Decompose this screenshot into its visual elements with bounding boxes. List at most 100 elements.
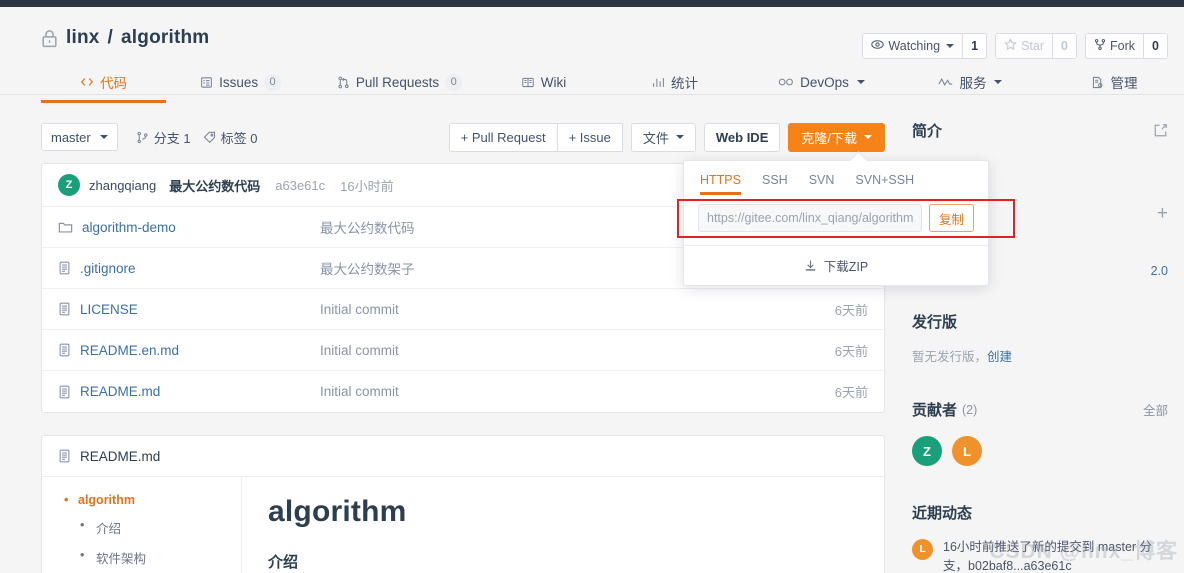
download-icon — [804, 259, 817, 272]
clone-tab-svn-ssh[interactable]: SVN+SSH — [855, 173, 914, 195]
avatar[interactable]: Z — [912, 436, 942, 466]
file-name: README.en.md — [80, 342, 180, 358]
file-name-cell[interactable]: LICENSE — [58, 302, 320, 317]
branches-link[interactable]: 分支 1 — [136, 128, 191, 147]
avatar[interactable]: Z — [58, 174, 80, 196]
avatar[interactable]: L — [952, 436, 982, 466]
releases-empty-text: 暂无发行版， — [912, 350, 988, 364]
fork-button-group[interactable]: Fork 0 — [1085, 33, 1168, 59]
file-name-cell[interactable]: README.md — [58, 384, 320, 399]
clone-download-label: 克隆/下载 — [801, 130, 857, 146]
readme-heading-1: algorithm — [268, 495, 407, 528]
repo-toolbar: master 分支 1 标签 0 + Pull Request + Issue … — [41, 120, 885, 154]
star-label: Star — [1021, 39, 1044, 53]
file-icon — [58, 261, 71, 275]
download-zip-button[interactable]: 下载ZIP — [684, 245, 988, 285]
watch-button-group[interactable]: Watching 1 — [862, 33, 988, 59]
table-row[interactable]: README.md Initial commit 6天前 — [42, 371, 884, 412]
chevron-down-icon — [864, 135, 872, 139]
readme-title: README.md — [80, 448, 161, 464]
toc-item[interactable]: 软件架构 — [78, 548, 241, 567]
new-issue-button[interactable]: + Issue — [556, 122, 623, 152]
tab-issues[interactable]: Issues 0 — [166, 69, 315, 102]
clone-tab-svn[interactable]: SVN — [809, 173, 835, 195]
web-ide-button[interactable]: Web IDE — [703, 122, 781, 152]
fork-button[interactable]: Fork — [1086, 34, 1143, 58]
contributors-title: 贡献者 — [912, 402, 958, 419]
watch-label: Watching — [888, 39, 941, 53]
commit-message[interactable]: 最大公约数代码 — [169, 176, 260, 195]
edit-icon[interactable] — [1153, 123, 1168, 138]
fork-icon — [1094, 38, 1106, 54]
tab-pull-requests-count: 0 — [445, 73, 463, 91]
toc-item-root[interactable]: algorithm 介绍 软件架构 安装教程 — [42, 493, 241, 573]
toc-item[interactable]: 介绍 — [78, 518, 241, 537]
tab-pull-requests[interactable]: Pull Requests 0 — [315, 69, 484, 102]
readme-toc: algorithm 介绍 软件架构 安装教程 — [42, 477, 242, 573]
tab-devops-label: DevOps — [800, 74, 849, 90]
file-name-cell[interactable]: README.en.md — [58, 343, 320, 358]
file-name: .gitignore — [80, 260, 136, 276]
activity-header: 近期动态 — [912, 502, 1168, 523]
activity-title: 近期动态 — [912, 505, 973, 522]
star-icon — [1004, 38, 1017, 54]
file-commit-message: Initial commit — [320, 301, 399, 317]
clone-url-input[interactable]: https://gitee.com/linx_qiang/algorithm — [698, 204, 922, 232]
table-row[interactable]: LICENSE Initial commit 6天前 — [42, 289, 884, 330]
tab-devops[interactable]: DevOps — [747, 69, 896, 102]
contributors-all-link[interactable]: 全部 — [1143, 400, 1168, 419]
watch-button[interactable]: Watching — [863, 34, 963, 58]
file-name-cell[interactable]: .gitignore — [58, 261, 320, 276]
tags-link[interactable]: 标签 0 — [203, 128, 257, 147]
watch-count[interactable]: 1 — [962, 34, 987, 58]
readme-body: algorithm 介绍 软件架构 安装教程 algorithm 介绍 算法练习 — [42, 477, 884, 573]
star-count[interactable]: 0 — [1052, 34, 1076, 58]
file-menu-button[interactable]: 文件 — [630, 122, 696, 152]
repo-name[interactable]: algorithm — [121, 27, 209, 49]
branch-icon — [136, 131, 149, 144]
repo-owner[interactable]: linx — [66, 27, 100, 49]
plus-icon[interactable]: + — [1157, 204, 1168, 223]
tag-icon — [203, 131, 216, 144]
sidebar-section-releases: 发行版 暂无发行版，创建 — [912, 311, 1168, 365]
clone-download-button[interactable]: 克隆/下载 — [788, 122, 885, 152]
sidebar-section-contributors: 贡献者 (2) 全部 Z L — [912, 399, 1168, 466]
repo-header: linx / algorithm Watching 1 Star 0 Fork … — [0, 7, 1184, 103]
infinity-icon — [778, 76, 794, 88]
readme-heading-2: 介绍 — [268, 554, 299, 571]
star-button-group[interactable]: Star 0 — [995, 33, 1077, 59]
tab-manage[interactable]: 管理 — [1045, 69, 1184, 102]
intro-header: 简介 — [912, 120, 1168, 141]
license-label[interactable]: 2.0 — [1151, 264, 1168, 278]
tab-services[interactable]: 服务 — [896, 69, 1045, 102]
table-row[interactable]: README.en.md Initial commit 6天前 — [42, 330, 884, 371]
star-button[interactable]: Star — [996, 34, 1052, 58]
new-pull-request-button[interactable]: + Pull Request — [448, 122, 558, 152]
tab-wiki[interactable]: Wiki — [484, 69, 603, 102]
file-name-cell[interactable]: algorithm-demo — [58, 220, 320, 235]
chart-icon — [652, 76, 665, 89]
chevron-down-icon — [856, 80, 865, 84]
file-name: LICENSE — [80, 301, 138, 317]
book-icon — [521, 76, 535, 89]
file-commit-message: Initial commit — [320, 384, 399, 399]
copy-button[interactable]: 复制 — [928, 204, 974, 232]
branch-selector[interactable]: master — [41, 123, 118, 151]
repo-actions: Watching 1 Star 0 Fork 0 — [862, 33, 1168, 59]
clone-tab-https[interactable]: HTTPS — [700, 173, 741, 195]
tab-statistics[interactable]: 统计 — [603, 69, 747, 102]
intro-title: 简介 — [912, 123, 943, 140]
service-icon — [938, 76, 953, 88]
file-time: 6天前 — [834, 302, 868, 318]
tab-code[interactable]: 代码 — [41, 69, 167, 103]
file-time: 6天前 — [834, 343, 868, 359]
avatar[interactable]: L — [912, 539, 933, 560]
releases-header: 发行版 — [912, 311, 1168, 332]
create-release-link[interactable]: 创建 — [987, 350, 1012, 364]
commit-author[interactable]: zhangqiang — [89, 178, 156, 193]
clone-tab-ssh[interactable]: SSH — [762, 173, 788, 195]
fork-count[interactable]: 0 — [1143, 34, 1167, 58]
file-commit-message: Initial commit — [320, 342, 399, 358]
contributors-count: (2) — [962, 402, 978, 417]
commit-sha[interactable]: a63e61c — [275, 178, 325, 193]
